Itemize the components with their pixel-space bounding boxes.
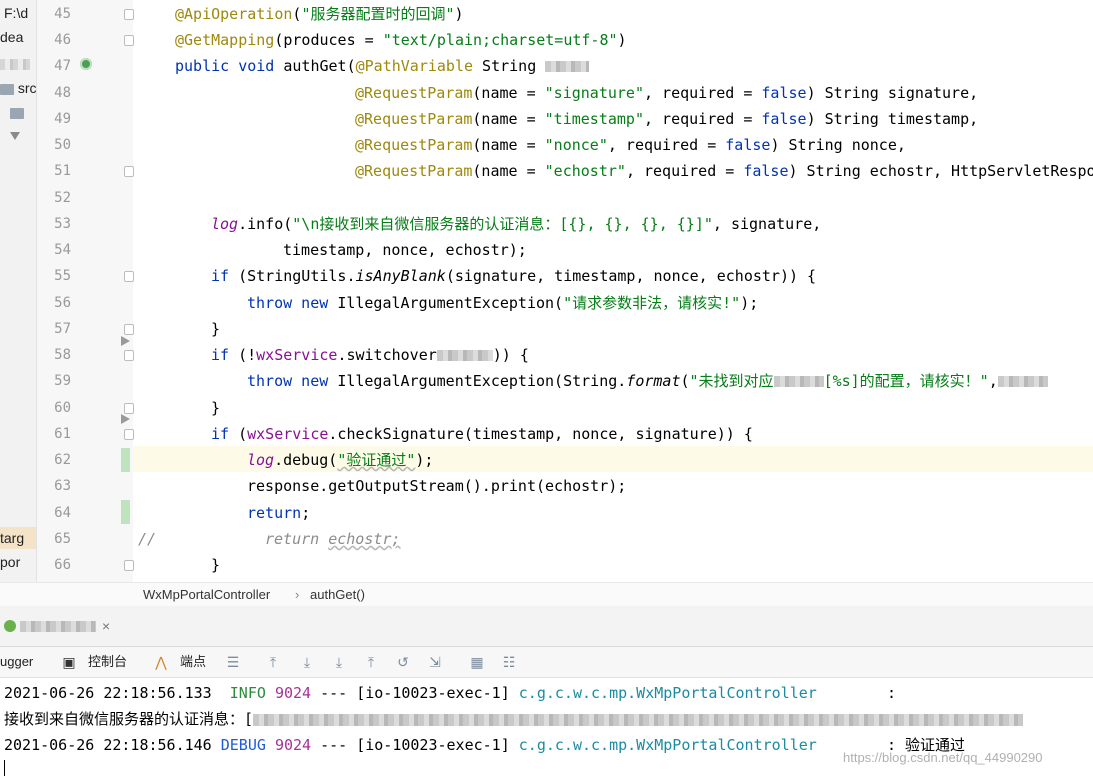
code-line-55[interactable]: if (StringUtils.isAnyBlank(signature, ti… — [211, 263, 816, 289]
line-number: 65 — [54, 531, 71, 547]
line-number: 64 — [54, 505, 71, 521]
line-number: 48 — [54, 85, 71, 101]
console-line: 2021-06-26 22:18:56.133 INFO 9024 --- [i… — [4, 684, 817, 702]
breadcrumb-separator: › — [295, 587, 300, 602]
drop-frame-icon[interactable]: ↺ — [396, 655, 410, 669]
code-line-53[interactable]: log.info("\n接收到来自微信服务器的认证消息：[{}, {}, {},… — [211, 211, 821, 237]
line-number: 56 — [54, 295, 71, 311]
src-folder[interactable]: src — [0, 77, 36, 99]
line-number: 66 — [54, 557, 71, 573]
close-tab-icon[interactable]: × — [102, 608, 110, 644]
code-line-65[interactable]: // — [138, 526, 156, 552]
line-number: 52 — [54, 190, 71, 206]
line-number: 50 — [54, 137, 71, 153]
line-number: 57 — [54, 321, 71, 337]
console-cursor — [4, 760, 5, 776]
code-line-47[interactable]: public void authGet(@PathVariable String — [175, 53, 590, 79]
fold-marker-icon[interactable] — [124, 350, 134, 361]
code-line-49[interactable]: @RequestParam(name = "timestamp", requir… — [355, 106, 978, 132]
breadcrumb-method[interactable]: authGet() — [310, 583, 365, 607]
trace-icon[interactable]: ☷ — [502, 655, 516, 669]
folder-icon — [10, 107, 24, 119]
collapsed-block-icon[interactable] — [121, 336, 130, 346]
code-line-64[interactable]: return; — [247, 500, 310, 526]
endpoint-run-icon[interactable] — [80, 58, 92, 70]
code-line-61[interactable]: if (wxService.checkSignature(timestamp, … — [211, 421, 753, 447]
fold-marker-icon[interactable] — [124, 429, 134, 440]
fold-marker-icon[interactable] — [124, 271, 134, 282]
tab-console-label: 控制台 — [88, 654, 128, 669]
code-line-57[interactable]: } — [211, 316, 220, 342]
code-line-48[interactable]: @RequestParam(name = "signature", requir… — [355, 80, 978, 106]
code-line-66[interactable]: } — [211, 552, 220, 578]
breadcrumb-class[interactable]: WxMpPortalController — [143, 583, 270, 607]
fold-marker-icon[interactable] — [124, 560, 134, 571]
vcs-change-marker — [121, 448, 130, 472]
code-line-63[interactable]: response.getOutputStream().print(echostr… — [247, 473, 626, 499]
line-number: 58 — [54, 347, 71, 363]
code-line-58[interactable]: if (!wxService.switchover)) { — [211, 342, 529, 368]
tab-debugger[interactable]: ugger — [0, 647, 33, 677]
code-line-51[interactable]: @RequestParam(name = "echostr", required… — [355, 158, 1093, 184]
run-tab-bar — [0, 606, 1093, 647]
console-line-colon: : — [887, 684, 897, 702]
fold-marker-icon[interactable] — [124, 403, 134, 414]
blurred-folder[interactable] — [0, 52, 30, 74]
subfolder-item[interactable] — [10, 101, 24, 123]
line-number: 61 — [54, 426, 71, 442]
code-line-50[interactable]: @RequestParam(name = "nonce", required =… — [355, 132, 906, 158]
line-number: 45 — [54, 6, 71, 22]
line-number: 47 — [54, 58, 71, 74]
vcs-change-marker — [121, 500, 130, 524]
project-panel: F:\d dea src targ por — [0, 0, 37, 606]
folder-icon — [0, 83, 14, 95]
fold-marker-icon[interactable] — [124, 324, 134, 335]
code-line-54[interactable]: timestamp, nonce, echostr); — [283, 237, 527, 263]
run-config-name — [20, 621, 96, 632]
tab-breakpoints-label: 端点 — [180, 654, 207, 669]
line-number: 62 — [54, 452, 71, 468]
code-line-62[interactable]: log.debug("验证通过"); — [247, 447, 433, 473]
line-number: 46 — [54, 32, 71, 48]
fold-marker-icon[interactable] — [124, 9, 134, 20]
code-line-45[interactable]: @ApiOperation("服务器配置时的回调") — [175, 1, 464, 27]
code-line-46[interactable]: @GetMapping(produces = "text/plain;chars… — [175, 27, 627, 53]
evaluate-expression-icon[interactable]: ▦ — [470, 655, 484, 669]
code-line-56[interactable]: throw new IllegalArgumentException("请求参数… — [247, 290, 758, 316]
run-config-tab[interactable]: × — [0, 608, 120, 644]
line-number: 55 — [54, 268, 71, 284]
line-number: 54 — [54, 242, 71, 258]
line-number: 59 — [54, 373, 71, 389]
line-number: 49 — [54, 111, 71, 127]
console-line: 接收到来自微信服务器的认证消息：[ — [4, 706, 1024, 732]
breakpoints-icon: ⋀ — [155, 654, 167, 670]
line-number: 51 — [54, 163, 71, 179]
code-line-65-body[interactable]: return echostr; — [265, 526, 400, 552]
run-to-cursor-icon[interactable]: ⇲ — [428, 655, 442, 669]
show-execution-point-icon[interactable]: ⤒ — [266, 655, 280, 669]
fold-marker-icon[interactable] — [124, 35, 134, 46]
step-out-icon[interactable]: ⤒ — [364, 655, 378, 669]
watermark: https://blog.csdn.net/qq_44990290 — [843, 750, 1043, 765]
code-line-59[interactable]: throw new IllegalArgumentException(Strin… — [247, 368, 1048, 394]
line-number: 60 — [54, 400, 71, 416]
console-line: 2021-06-26 22:18:56.146 DEBUG 9024 --- [… — [4, 736, 817, 754]
target-folder[interactable]: targ — [0, 527, 36, 549]
step-over-icon[interactable]: ⤓ — [300, 655, 314, 669]
menu-icon[interactable]: ☰ — [226, 655, 240, 669]
line-number: 63 — [54, 478, 71, 494]
step-into-icon[interactable]: ⤓ — [332, 655, 346, 669]
line-number: 53 — [54, 216, 71, 232]
expand-arrow-icon[interactable] — [10, 124, 20, 146]
idea-folder[interactable]: dea — [0, 26, 23, 48]
console-icon: ▣ — [62, 654, 76, 670]
code-line-60[interactable]: } — [211, 395, 220, 421]
spring-boot-icon — [4, 620, 16, 632]
project-path[interactable]: F:\d — [4, 2, 28, 24]
pom-file[interactable]: por — [0, 551, 20, 573]
debug-toolbar: ugger ▣ 控制台 ⋀ 端点 ☰ ⤒ ⤓ ⤓ ⤒ ↺ ⇲ ▦ ☷ — [0, 647, 1093, 678]
breadcrumb: WxMpPortalController › authGet() — [0, 582, 1093, 608]
fold-marker-icon[interactable] — [124, 166, 134, 177]
collapsed-block-icon[interactable] — [121, 414, 130, 424]
